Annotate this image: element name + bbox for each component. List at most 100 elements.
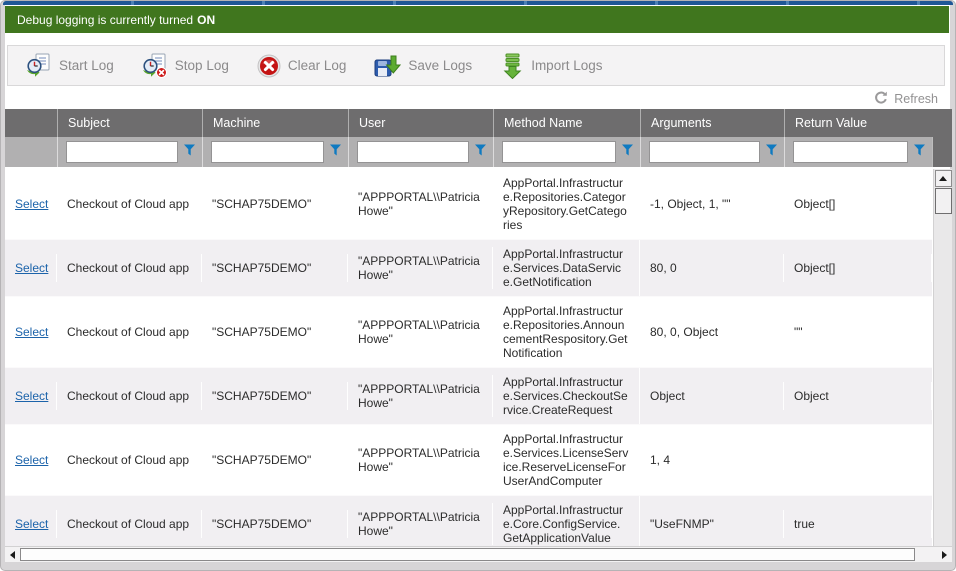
subject-cell: Checkout of Cloud app <box>57 446 202 474</box>
user-cell: "APPPORTAL\\PatriciaHowe" <box>348 439 493 481</box>
return-value-cell <box>784 453 932 467</box>
column-header-method-name[interactable]: Method Name <box>493 109 640 137</box>
horizontal-scrollbar-thumb[interactable] <box>20 548 915 561</box>
user-cell: "APPPORTAL\\PatriciaHowe" <box>348 247 493 289</box>
table-row: Select Checkout of Cloud app "SCHAP75DEM… <box>5 425 932 496</box>
horizontal-scrollbar[interactable] <box>5 546 952 562</box>
table-row: Select Checkout of Cloud app "SCHAP75DEM… <box>5 169 932 240</box>
filter-cell-method-name <box>493 137 640 167</box>
select-link[interactable]: Select <box>15 517 48 531</box>
method-name-cell: AppPortal.Infrastructure.Repositories.An… <box>493 297 640 367</box>
stop-log-label: Stop Log <box>175 58 229 73</box>
machine-filter-input[interactable] <box>211 141 324 163</box>
stop-log-icon <box>142 53 168 78</box>
refresh-button[interactable]: Refresh <box>874 90 938 108</box>
subject-filter-input[interactable] <box>66 141 178 163</box>
select-link[interactable]: Select <box>15 389 48 403</box>
subject-cell: Checkout of Cloud app <box>57 510 202 538</box>
banner-message: Debug logging is currently turned <box>17 13 193 27</box>
import-logs-label: Import Logs <box>531 58 602 73</box>
machine-cell: "SCHAP75DEMO" <box>202 318 348 346</box>
left-arrow-icon <box>10 551 15 559</box>
table-row: Select Checkout of Cloud app "SCHAP75DEM… <box>5 496 932 546</box>
table-row: Select Checkout of Cloud app "SCHAP75DEM… <box>5 240 932 297</box>
select-link[interactable]: Select <box>15 261 48 275</box>
method-name-cell: AppPortal.Infrastructure.Services.Licens… <box>493 425 640 495</box>
filter-cell-user <box>348 137 493 167</box>
save-logs-button[interactable]: Save Logs <box>364 49 482 82</box>
filter-cell-select <box>5 137 57 167</box>
refresh-label: Refresh <box>894 92 938 106</box>
banner-status: ON <box>197 13 215 27</box>
grid-header-row: Subject Machine User Method Name Argumen… <box>5 109 952 137</box>
table-row: Select Checkout of Cloud app "SCHAP75DEM… <box>5 297 932 368</box>
import-logs-icon <box>500 53 524 79</box>
import-logs-button[interactable]: Import Logs <box>490 49 612 83</box>
debug-log-window: Debug logging is currently turned ON Sta… <box>0 0 956 571</box>
filter-funnel-icon[interactable] <box>765 143 778 161</box>
right-arrow-icon <box>942 551 947 559</box>
machine-cell: "SCHAP75DEMO" <box>202 190 348 218</box>
machine-cell: "SCHAP75DEMO" <box>202 254 348 282</box>
grid-data-area: Select Checkout of Cloud app "SCHAP75DEM… <box>5 169 952 546</box>
refresh-icon <box>874 91 888 108</box>
column-header-arguments[interactable]: Arguments <box>640 109 784 137</box>
select-link[interactable]: Select <box>15 453 48 467</box>
column-header-filler <box>932 109 952 137</box>
filter-funnel-icon[interactable] <box>913 143 926 161</box>
clear-log-button[interactable]: Clear Log <box>247 50 357 82</box>
arguments-cell: 80, 0 <box>640 254 784 282</box>
filter-funnel-icon[interactable] <box>474 143 487 161</box>
subject-cell: Checkout of Cloud app <box>57 254 202 282</box>
return-value-cell: "" <box>784 318 932 346</box>
subject-cell: Checkout of Cloud app <box>57 382 202 410</box>
return-value-cell: Object <box>784 382 932 410</box>
filter-cell-machine <box>202 137 348 167</box>
vertical-scrollbar[interactable] <box>933 169 952 546</box>
user-filter-input[interactable] <box>357 141 469 163</box>
filter-funnel-icon[interactable] <box>329 143 342 161</box>
filter-cell-arguments <box>640 137 784 167</box>
table-row: Select Checkout of Cloud app "SCHAP75DEM… <box>5 368 932 425</box>
vertical-scrollbar-thumb[interactable] <box>935 188 952 214</box>
arguments-cell: 1, 4 <box>640 446 784 474</box>
filter-cell-subject <box>57 137 202 167</box>
scroll-left-arrow[interactable] <box>5 547 20 562</box>
method-name-cell: AppPortal.Infrastructure.Services.DataSe… <box>493 240 640 296</box>
filter-cell-return-value <box>784 137 932 167</box>
machine-cell: "SCHAP75DEMO" <box>202 382 348 410</box>
up-arrow-icon <box>939 176 947 181</box>
filter-funnel-icon[interactable] <box>621 143 634 161</box>
return-value-cell: Object[] <box>784 254 932 282</box>
scroll-up-arrow[interactable] <box>935 170 952 187</box>
method-name-cell: AppPortal.Infrastructure.Repositories.Ca… <box>493 169 640 239</box>
start-log-icon <box>26 53 52 78</box>
subject-cell: Checkout of Cloud app <box>57 318 202 346</box>
method-name-cell: AppPortal.Infrastructure.Services.Checko… <box>493 368 640 424</box>
select-link[interactable]: Select <box>15 325 48 339</box>
filter-row-filler <box>932 137 952 167</box>
return-value-filter-input[interactable] <box>793 141 908 163</box>
column-header-machine[interactable]: Machine <box>202 109 348 137</box>
start-log-label: Start Log <box>59 58 114 73</box>
debug-status-banner: Debug logging is currently turned ON <box>5 6 949 33</box>
arguments-filter-input[interactable] <box>649 141 760 163</box>
log-toolbar: Start Log Stop Log <box>7 45 945 86</box>
clear-log-icon <box>257 54 281 78</box>
arguments-cell: 80, 0, Object <box>640 318 784 346</box>
grid-rows: Select Checkout of Cloud app "SCHAP75DEM… <box>5 169 933 546</box>
start-log-button[interactable]: Start Log <box>16 49 124 82</box>
column-header-user[interactable]: User <box>348 109 493 137</box>
arguments-cell: Object <box>640 382 784 410</box>
stop-log-button[interactable]: Stop Log <box>132 49 239 82</box>
scroll-right-arrow[interactable] <box>937 547 952 562</box>
arguments-cell: -1, Object, 1, "" <box>640 190 784 218</box>
column-header-return-value[interactable]: Return Value <box>784 109 932 137</box>
method-name-filter-input[interactable] <box>502 141 616 163</box>
user-cell: "APPPORTAL\\PatriciaHowe" <box>348 311 493 353</box>
column-header-subject[interactable]: Subject <box>57 109 202 137</box>
clear-log-label: Clear Log <box>288 58 347 73</box>
grid-filter-row <box>5 137 952 167</box>
select-link[interactable]: Select <box>15 197 48 211</box>
filter-funnel-icon[interactable] <box>183 143 196 161</box>
